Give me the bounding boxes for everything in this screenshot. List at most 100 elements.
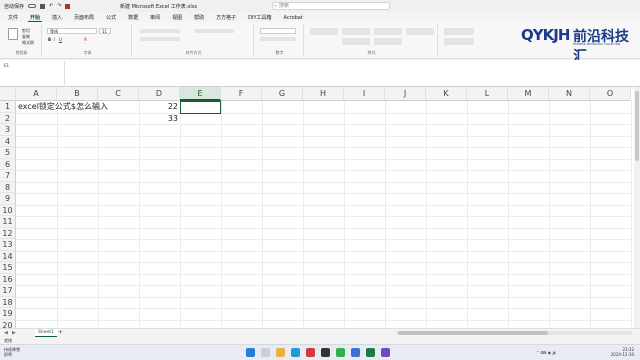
insert-cells-button[interactable] (444, 28, 474, 35)
row-header-8[interactable]: 8 (0, 181, 16, 193)
format-painter-button[interactable]: 格式刷 (22, 40, 34, 46)
edge-browser-icon[interactable] (291, 348, 300, 357)
row-header-20[interactable]: 20 (0, 319, 16, 328)
alignment-buttons[interactable] (140, 29, 180, 33)
sheet-tab-sheet1[interactable]: Sheet1 (35, 329, 57, 337)
app-icon-purple[interactable] (381, 348, 390, 357)
tab-review[interactable]: 审阅 (148, 14, 162, 21)
cell-style-calc[interactable] (374, 38, 402, 45)
windows-start-icon[interactable] (246, 348, 255, 357)
weather-widget[interactable]: 持续降雪 即将 (4, 347, 20, 357)
column-header-f[interactable]: F (221, 87, 262, 101)
column-header-j[interactable]: J (385, 87, 426, 101)
tab-diy-toolbox[interactable]: DIY工具箱 (246, 14, 273, 21)
column-header-c[interactable]: C (98, 87, 139, 101)
tab-file[interactable]: 文件 (6, 14, 20, 21)
cell-style-bad[interactable] (374, 28, 402, 35)
horizontal-scroll-thumb[interactable] (398, 331, 548, 335)
column-header-l[interactable]: L (467, 87, 508, 101)
row-header-14[interactable]: 14 (0, 250, 16, 262)
row-header-4[interactable]: 4 (0, 135, 16, 147)
row-header-5[interactable]: 5 (0, 147, 16, 159)
row-header-3[interactable]: 3 (0, 124, 16, 136)
column-header-k[interactable]: K (426, 87, 467, 101)
tab-help[interactable]: 帮助 (192, 14, 206, 21)
font-color-icon[interactable]: A (84, 37, 87, 42)
row-header-10[interactable]: 10 (0, 204, 16, 216)
cell-style-good[interactable] (406, 28, 434, 35)
tab-view[interactable]: 视图 (170, 14, 184, 21)
alignment-buttons-row2[interactable] (140, 37, 180, 41)
font-name-select[interactable]: 等线 (47, 28, 97, 34)
formula-input[interactable] (66, 61, 632, 85)
add-sheet-button[interactable]: + (58, 329, 63, 337)
row-header-16[interactable]: 16 (0, 273, 16, 285)
row-header-18[interactable]: 18 (0, 296, 16, 308)
bold-icon[interactable]: B (48, 37, 51, 42)
save-icon[interactable] (40, 3, 46, 9)
file-explorer-icon[interactable] (276, 348, 285, 357)
vertical-scroll-thumb[interactable] (635, 91, 639, 161)
sheet-nav-prev-icon[interactable]: ◀ (4, 330, 8, 336)
number-format-buttons[interactable] (260, 37, 296, 41)
undo-icon[interactable]: ↶ (49, 3, 53, 9)
sheet-nav-next-icon[interactable]: ▶ (12, 330, 16, 336)
search-box[interactable]: ⌕ 搜索 (272, 2, 390, 10)
clock[interactable]: 23:32 2024-12-30 (611, 347, 634, 357)
column-header-h[interactable]: H (303, 87, 344, 101)
horizontal-scrollbar[interactable] (396, 331, 632, 335)
tab-formulas[interactable]: 公式 (104, 14, 118, 21)
tab-page-layout[interactable]: 页面布局 (72, 14, 96, 21)
row-header-1[interactable]: 1 (0, 101, 16, 113)
cell-style-neutral[interactable] (342, 38, 370, 45)
row-header-9[interactable]: 9 (0, 193, 16, 205)
column-header-d[interactable]: D (139, 87, 180, 101)
italic-icon[interactable]: I (54, 37, 55, 42)
tab-acrobat[interactable]: Acrobat (282, 15, 305, 21)
active-cell-e1[interactable] (180, 101, 221, 114)
row-header-12[interactable]: 12 (0, 227, 16, 239)
autosave-toggle-icon[interactable] (28, 4, 37, 8)
tab-insert[interactable]: 插入 (50, 14, 64, 21)
row-header-17[interactable]: 17 (0, 285, 16, 297)
cell-d1[interactable]: 22 (139, 101, 178, 113)
column-header-a[interactable]: A (16, 87, 57, 101)
app-icon-dark[interactable] (321, 348, 330, 357)
column-header-m[interactable]: M (508, 87, 549, 101)
tab-data[interactable]: 数据 (126, 14, 140, 21)
redo-icon[interactable]: ↷ (57, 3, 61, 9)
wechat-icon[interactable] (336, 348, 345, 357)
name-box[interactable]: E1 (2, 62, 32, 69)
wrap-merge-buttons[interactable] (194, 29, 234, 33)
underline-icon[interactable]: U (59, 37, 62, 42)
column-header-b[interactable]: B (57, 87, 98, 101)
row-header-6[interactable]: 6 (0, 158, 16, 170)
excel-icon[interactable] (366, 348, 375, 357)
cell-a1[interactable]: excel锁定公式$怎么输入 (18, 101, 108, 113)
app-icon-blue[interactable] (351, 348, 360, 357)
customize-icon[interactable] (65, 3, 71, 9)
tab-home[interactable]: 开始 (28, 14, 43, 22)
delete-cells-button[interactable] (444, 38, 474, 45)
column-header-i[interactable]: I (344, 87, 385, 101)
system-tray[interactable]: ⌃ ⌨ ◉ 🔊 (536, 350, 557, 355)
column-header-o[interactable]: O (590, 87, 631, 101)
paste-button[interactable] (8, 28, 18, 40)
row-header-13[interactable]: 13 (0, 239, 16, 251)
conditional-format-button[interactable] (310, 28, 338, 35)
tab-fangfang[interactable]: 方方格子 (214, 14, 238, 21)
row-header-2[interactable]: 2 (0, 112, 16, 124)
row-header-7[interactable]: 7 (0, 170, 16, 182)
vertical-scrollbar[interactable] (634, 87, 640, 328)
column-header-g[interactable]: G (262, 87, 303, 101)
column-header-e[interactable]: E (180, 87, 221, 101)
worksheet-grid[interactable]: A B C D E F G H I J K L M N O 1 2 3 4 5 6 7 8 9 10 11 12 13 14 15 16 17… (0, 87, 634, 328)
row-header-19[interactable]: 19 (0, 308, 16, 320)
select-all-corner[interactable] (0, 87, 16, 101)
row-header-15[interactable]: 15 (0, 262, 16, 274)
search-taskbar-icon[interactable] (261, 348, 270, 357)
cell-style-normal[interactable] (342, 28, 370, 35)
column-header-n[interactable]: N (549, 87, 590, 101)
app-icon-red[interactable] (306, 348, 315, 357)
font-size-select[interactable]: 11 (99, 28, 111, 34)
